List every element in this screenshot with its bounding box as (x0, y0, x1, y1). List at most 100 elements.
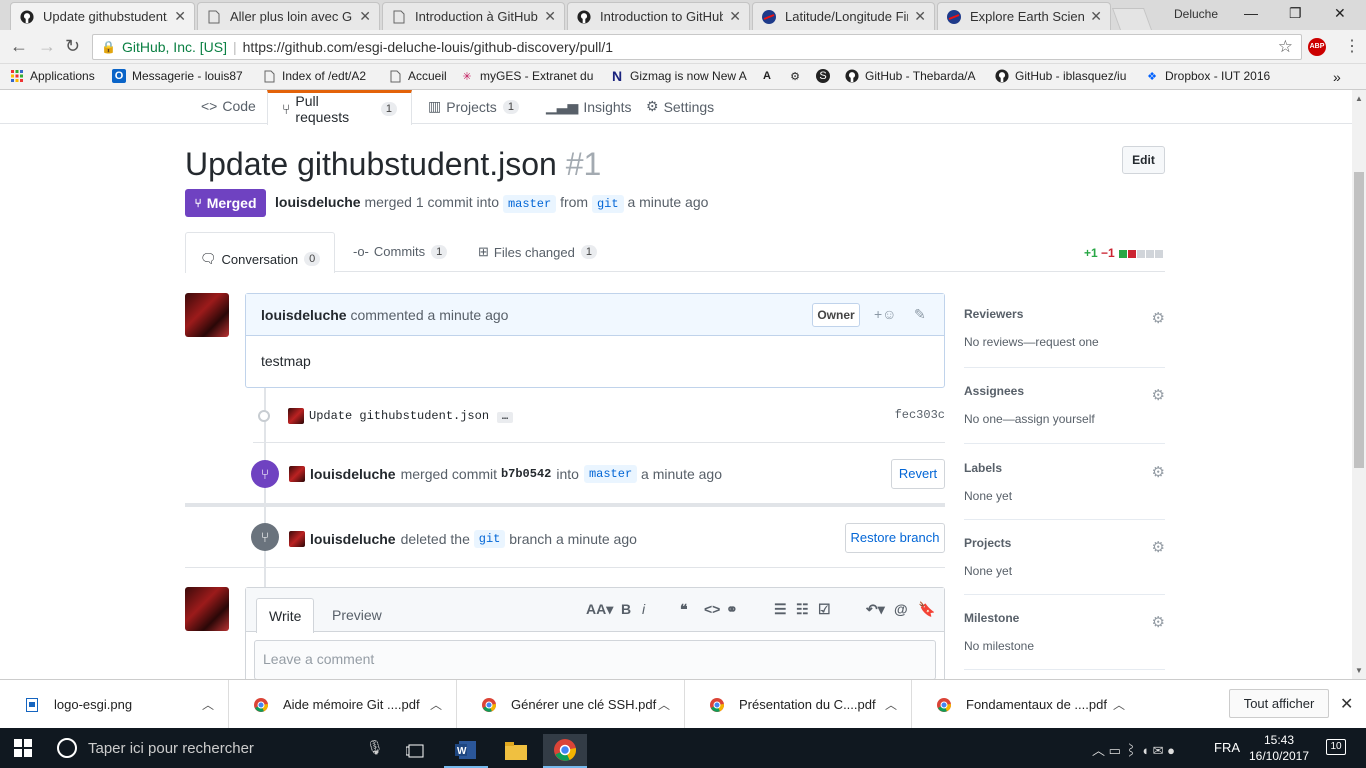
browser-tab[interactable]: Explore Earth Science D ✕ (937, 2, 1111, 30)
close-icon[interactable]: ✕ (174, 8, 186, 25)
restore-icon[interactable]: ❐ (1289, 5, 1302, 22)
link-icon[interactable]: ⚭ (726, 601, 738, 618)
window-close-icon[interactable]: ✕ (1334, 5, 1346, 22)
gear-icon[interactable]: ⚙ (1152, 538, 1165, 556)
browser-tab[interactable]: Introduction à GitHub ✕ (382, 2, 565, 30)
scrollbar-thumb[interactable] (1354, 172, 1364, 468)
expand-commit-button[interactable]: … (497, 412, 514, 424)
bookmark-gizmag[interactable]: N Gizmag is now New A (610, 68, 747, 84)
download-item[interactable]: Aide mémoire Git ....pdf ︿ (229, 680, 457, 729)
bulleted-list-icon[interactable]: ☰ (774, 601, 787, 618)
download-item[interactable]: Générer une clé SSH.pdf ︿ (457, 680, 685, 729)
bold-button[interactable]: B (621, 601, 631, 617)
back-arrow-icon[interactable]: ← (10, 36, 28, 57)
chevron-up-icon[interactable]: ︿ (885, 696, 897, 713)
browser-tab-active[interactable]: Update githubstudent.j ✕ (10, 2, 195, 30)
sidebar-value[interactable]: No one—assign yourself (964, 412, 1165, 426)
reload-icon[interactable]: ↻ (65, 36, 80, 57)
bookmark-accueil[interactable]: Accueil (388, 69, 447, 83)
chevron-up-icon[interactable]: ︿ (430, 696, 442, 713)
tab-write[interactable]: Write (256, 598, 315, 633)
merge-commit-sha[interactable]: b7b0542 (501, 467, 551, 481)
quote-icon[interactable]: ❝ (680, 601, 688, 618)
edit-title-button[interactable]: Edit (1122, 146, 1165, 174)
comment-textarea[interactable]: Leave a comment (254, 640, 936, 679)
scroll-down-icon[interactable]: ▼ (1355, 666, 1363, 675)
browser-menu-icon[interactable]: ⋮ (1344, 36, 1360, 56)
repo-tab-insights[interactable]: ▁▃▅ Insights (546, 98, 632, 115)
taskbar-search[interactable]: Taper ici pour rechercher (88, 740, 254, 757)
comment-time[interactable]: a minute ago (428, 307, 509, 323)
download-item[interactable]: Fondamentaux de ....pdf ︿ (912, 680, 1139, 729)
commit-message-link[interactable]: Update githubstudent.json (309, 409, 489, 423)
avatar[interactable] (185, 293, 229, 337)
profile-name[interactable]: Deluche (1174, 7, 1218, 21)
system-tray-icons[interactable]: ︿ ▭ ⌇ ◖ ✉ ● (1092, 740, 1175, 759)
event-time[interactable]: a minute ago (641, 466, 722, 482)
download-item[interactable]: logo-esgi.png ︿ (0, 680, 229, 729)
close-icon[interactable]: ✕ (1090, 8, 1102, 25)
bookmark-dropbox[interactable]: ❖ Dropbox - IUT 2016 (1145, 69, 1270, 83)
header-text-button[interactable]: AA▾ (586, 601, 613, 618)
chevron-up-icon[interactable]: ︿ (1113, 696, 1125, 713)
tab-preview[interactable]: Preview (320, 598, 394, 633)
bookmark-icon-robot[interactable]: ⚙ (788, 69, 808, 83)
bookmark-apps[interactable]: Applications (10, 69, 95, 83)
close-icon[interactable]: ✕ (729, 8, 741, 25)
adblock-extension-icon[interactable]: ABP (1308, 38, 1326, 56)
cortana-icon[interactable] (57, 738, 77, 758)
bookmark-icon-shield[interactable]: S (816, 69, 836, 83)
minimize-icon[interactable]: — (1244, 5, 1258, 21)
revert-button[interactable]: Revert (891, 459, 945, 489)
gear-icon[interactable]: ⚙ (1152, 613, 1165, 631)
tab-commits[interactable]: -o- Commits 1 (353, 244, 448, 259)
bookmarks-overflow-icon[interactable]: » (1333, 69, 1341, 85)
event-author[interactable]: louisdeluche (310, 466, 396, 482)
mention-icon[interactable]: @ (894, 601, 908, 617)
commit-sha[interactable]: fec303c (895, 408, 945, 422)
show-all-downloads-button[interactable]: Tout afficher (1229, 689, 1329, 718)
repo-tab-code[interactable]: <> Code (201, 98, 256, 114)
avatar[interactable] (289, 466, 305, 482)
task-view-icon[interactable] (394, 734, 438, 768)
avatar[interactable] (289, 531, 305, 547)
windows-start-icon[interactable] (14, 739, 32, 760)
bookmark-outlook[interactable]: O Messagerie - louis87 (112, 69, 243, 83)
repo-tab-projects[interactable]: ▥ Projects 1 (428, 98, 519, 115)
tab-conversation[interactable]: 🗨 Conversation 0 (185, 232, 335, 273)
bookmark-icon[interactable]: 🔖 (918, 601, 935, 618)
italic-button[interactable]: i (642, 601, 645, 617)
avatar[interactable] (185, 587, 229, 631)
forward-arrow-icon[interactable]: → (38, 36, 56, 57)
avatar[interactable] (288, 408, 304, 424)
page-scrollbar[interactable]: ▲ ▼ (1352, 90, 1366, 679)
scroll-up-icon[interactable]: ▲ (1355, 94, 1363, 103)
bookmark-star-icon[interactable]: ☆ (1278, 37, 1293, 57)
close-icon[interactable]: ✕ (914, 8, 926, 25)
gear-icon[interactable]: ⚙ (1152, 309, 1165, 327)
download-item[interactable]: Présentation du C....pdf ︿ (685, 680, 912, 729)
word-icon[interactable]: W (444, 734, 488, 768)
author-link[interactable]: louisdeluche (275, 194, 361, 210)
gear-icon[interactable]: ⚙ (1152, 463, 1165, 481)
close-icon[interactable]: ✕ (1340, 694, 1353, 714)
add-reaction-icon[interactable]: +☺ (874, 306, 896, 322)
bookmark-github-thebarda[interactable]: GitHub - Thebarda/A (845, 69, 976, 83)
language-indicator[interactable]: FRA (1214, 740, 1240, 755)
browser-tab[interactable]: Introduction to GitHub ✕ (567, 2, 750, 30)
repo-tab-pull-requests[interactable]: ⑂ Pull requests 1 (267, 90, 412, 125)
notifications-icon[interactable]: 10 (1326, 739, 1346, 755)
numbered-list-icon[interactable]: ☷ (796, 601, 809, 618)
code-icon[interactable]: <> (704, 601, 720, 617)
sidebar-value[interactable]: No reviews—request one (964, 335, 1165, 349)
browser-tab[interactable]: Aller plus loin avec Git ✕ (197, 2, 380, 30)
bookmark-icon-a[interactable]: A (760, 69, 780, 83)
address-bar[interactable]: 🔒 GitHub, Inc. [US] | https://github.com… (92, 34, 1302, 60)
clock[interactable]: 15:43 16/10/2017 (1246, 732, 1312, 764)
restore-branch-button[interactable]: Restore branch (845, 523, 945, 553)
microphone-icon[interactable]: 🎙 (366, 739, 384, 756)
close-icon[interactable]: ✕ (359, 8, 371, 25)
close-icon[interactable]: ✕ (544, 8, 556, 25)
bookmark-github-iblasquez[interactable]: GitHub - iblasquez/iu (995, 69, 1126, 83)
pencil-icon[interactable]: ✎ (914, 306, 926, 323)
